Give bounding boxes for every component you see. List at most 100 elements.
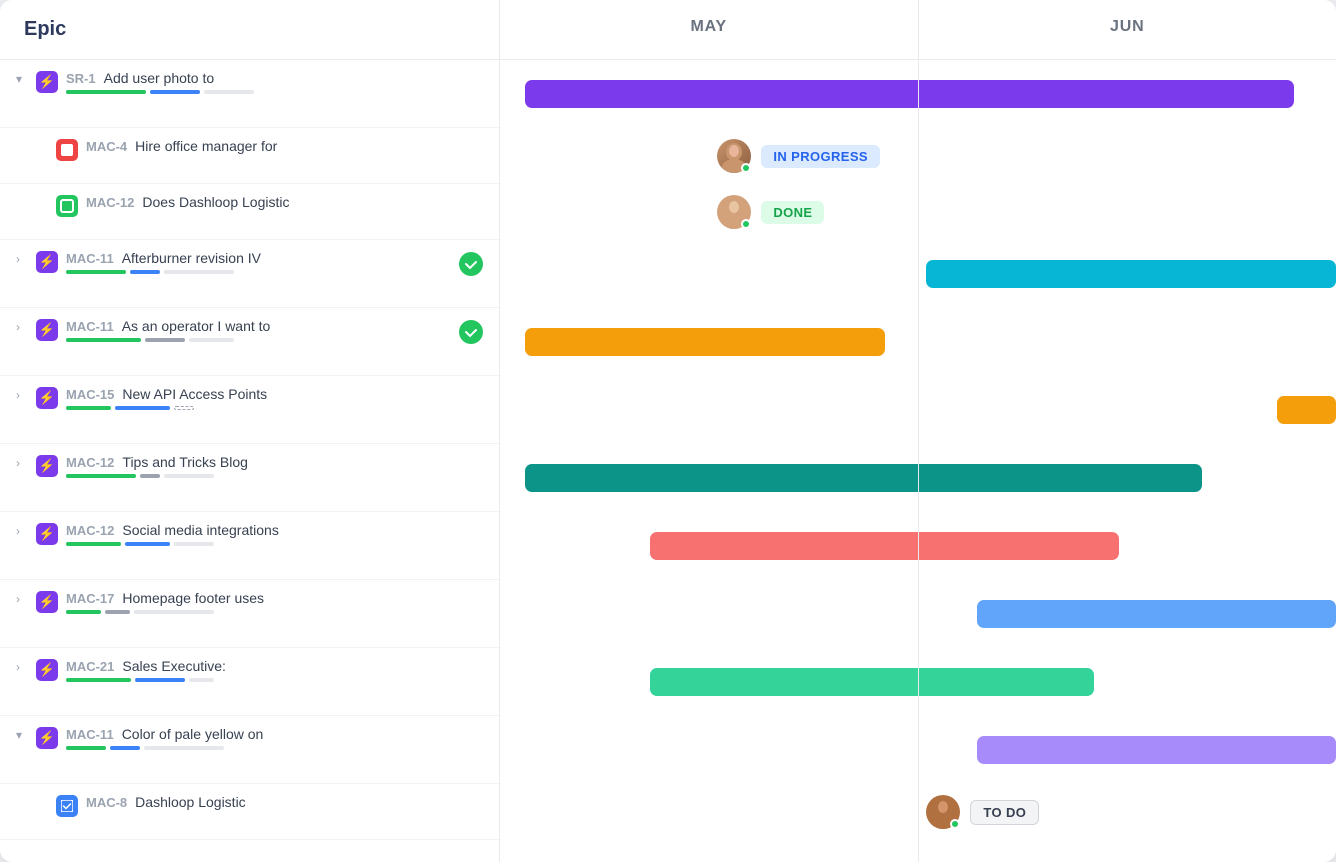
pb-green (66, 270, 126, 274)
epic-id-name-mac21: MAC-21 Sales Executive: (66, 658, 483, 674)
progress-bars-mac12c (66, 542, 483, 546)
epic-info-mac15: MAC-15 New API Access Points (66, 386, 483, 410)
status-in-progress: IN PROGRESS (761, 145, 880, 168)
epic-icon-mac12b: ⚡ (36, 455, 58, 477)
lightning-icon-2: ⚡ (39, 254, 55, 270)
epic-id-name-mac17: MAC-17 Homepage footer uses (66, 590, 483, 606)
chevron-down-icon-2[interactable]: ▾ (16, 728, 32, 742)
gantt-bar-mac12c (650, 532, 1118, 560)
pb6-green (66, 610, 101, 614)
chevron-right-icon[interactable]: › (16, 252, 32, 266)
pb7-light (189, 678, 214, 682)
progress-bars-mac17 (66, 610, 483, 614)
lightning-icon-6: ⚡ (39, 526, 55, 542)
gantt-bar-mac15 (1277, 396, 1336, 424)
epic-icon-mac8 (56, 795, 78, 817)
epic-row-mac12b: › ⚡ MAC-12 Tips and Tricks Blog (0, 444, 499, 512)
progress-bars-mac11a (66, 270, 451, 274)
pb2-gray (145, 338, 185, 342)
epic-id-mac17: MAC-17 (66, 591, 114, 606)
pb5-blue (125, 542, 170, 546)
epic-row-mac17: › ⚡ MAC-17 Homepage footer uses (0, 580, 499, 648)
epic-info-mac17: MAC-17 Homepage footer uses (66, 590, 483, 614)
pb7-green (66, 678, 131, 682)
epic-info-mac12b: MAC-12 Tips and Tricks Blog (66, 454, 483, 478)
epic-info-mac11a: MAC-11 Afterburner revision IV (66, 250, 451, 274)
chevron-right-icon-2[interactable]: › (16, 320, 32, 334)
progress-bars-mac11b (66, 338, 451, 342)
progress-bars-mac11c (66, 746, 483, 750)
epic-id-mac11c: MAC-11 (66, 727, 114, 742)
lightning-icon-7: ⚡ (39, 594, 55, 610)
prog-bar-gray (204, 90, 254, 94)
chevron-right-icon-4[interactable]: › (16, 456, 32, 470)
pb5-green (66, 542, 121, 546)
checkbox-checked-icon (61, 800, 73, 812)
checkbox-icon (60, 199, 74, 213)
epic-row-mac8: ▾ MAC-8 Dashloop Logistic (0, 784, 499, 840)
avatar-dot-2 (741, 219, 751, 229)
header-jun: JUN (919, 0, 1336, 59)
epic-info-mac4: MAC-4 Hire office manager for (86, 138, 483, 158)
progress-bars (66, 90, 483, 94)
epic-icon-sr1: ⚡ (36, 71, 58, 93)
lightning-icon-5: ⚡ (39, 458, 55, 474)
header-may: MAY (500, 0, 919, 59)
check-badge-mac11b (459, 320, 483, 344)
epic-id: SR-1 (66, 71, 96, 86)
pb5-light (174, 542, 214, 546)
pb4-gray (140, 474, 160, 478)
progress-bars-mac21 (66, 678, 483, 682)
pb8-green (66, 746, 106, 750)
lightning-icon-9: ⚡ (39, 730, 55, 746)
epic-icon-mac11c: ⚡ (36, 727, 58, 749)
chevron-right-icon-6[interactable]: › (16, 592, 32, 606)
status-done: DONE (761, 201, 824, 224)
epic-id-mac11a: MAC-11 (66, 251, 114, 266)
epic-icon-mac11a: ⚡ (36, 251, 58, 273)
epic-id-mac8: MAC-8 (86, 795, 127, 810)
pb4-light (164, 474, 214, 478)
avatar-mac12a (717, 195, 751, 229)
check-badge-mac11a (459, 252, 483, 276)
header-epic: Epic (0, 0, 500, 59)
epic-id-mac4: MAC-4 (86, 139, 127, 154)
epic-name-mac12a: Does Dashloop Logistic (142, 194, 289, 210)
avatar-chip-mac12a: DONE (717, 195, 824, 229)
epic-icon-mac4 (56, 139, 78, 161)
epic-id-mac12b: MAC-12 (66, 455, 114, 470)
pb6-light (134, 610, 214, 614)
epic-column: ▾ ⚡ SR-1 Add user photo to (0, 60, 500, 862)
lightning-icon-3: ⚡ (39, 322, 55, 338)
header: Epic MAY JUN (0, 0, 1336, 60)
epic-id-mac12a: MAC-12 (86, 195, 134, 210)
epic-name: Add user photo to (104, 70, 215, 86)
epic-name-mac11c: Color of pale yellow on (122, 726, 264, 742)
epic-row-mac21: › ⚡ MAC-21 Sales Executive: (0, 648, 499, 716)
todo-chip-mac8: TO DO (926, 795, 1039, 829)
chevron-right-icon-5[interactable]: › (16, 524, 32, 538)
lightning-icon-4: ⚡ (39, 390, 55, 406)
epic-row-mac11c: ▾ ⚡ MAC-11 Color of pale yellow on (0, 716, 499, 784)
epic-name-mac4: Hire office manager for (135, 138, 277, 154)
epic-icon-mac12a (56, 195, 78, 217)
lightning-icon-8: ⚡ (39, 662, 55, 678)
avatar-dot-3 (950, 819, 960, 829)
epic-id-name-mac15: MAC-15 New API Access Points (66, 386, 483, 402)
epic-id-mac21: MAC-21 (66, 659, 114, 674)
gantt-bar-mac11c (977, 736, 1336, 764)
chevron-right-icon-7[interactable]: › (16, 660, 32, 674)
epic-row-mac11a: › ⚡ MAC-11 Afterburner revision IV (0, 240, 499, 308)
epic-info-mac11c: MAC-11 Color of pale yellow on (66, 726, 483, 750)
avatar-dot (741, 163, 751, 173)
chevron-right-icon-3[interactable]: › (16, 388, 32, 402)
progress-bars-mac12b (66, 474, 483, 478)
epic-row-mac15: › ⚡ MAC-15 New API Access Points (0, 376, 499, 444)
epic-info-mac11b: MAC-11 As an operator I want to (66, 318, 451, 342)
chevron-down-icon[interactable]: ▾ (16, 72, 32, 86)
pb-gray (164, 270, 234, 274)
epic-icon-mac17: ⚡ (36, 591, 58, 613)
avatar-chip-mac4: IN PROGRESS (717, 139, 880, 173)
pb6-gray (105, 610, 130, 614)
epic-name-mac8: Dashloop Logistic (135, 794, 246, 810)
